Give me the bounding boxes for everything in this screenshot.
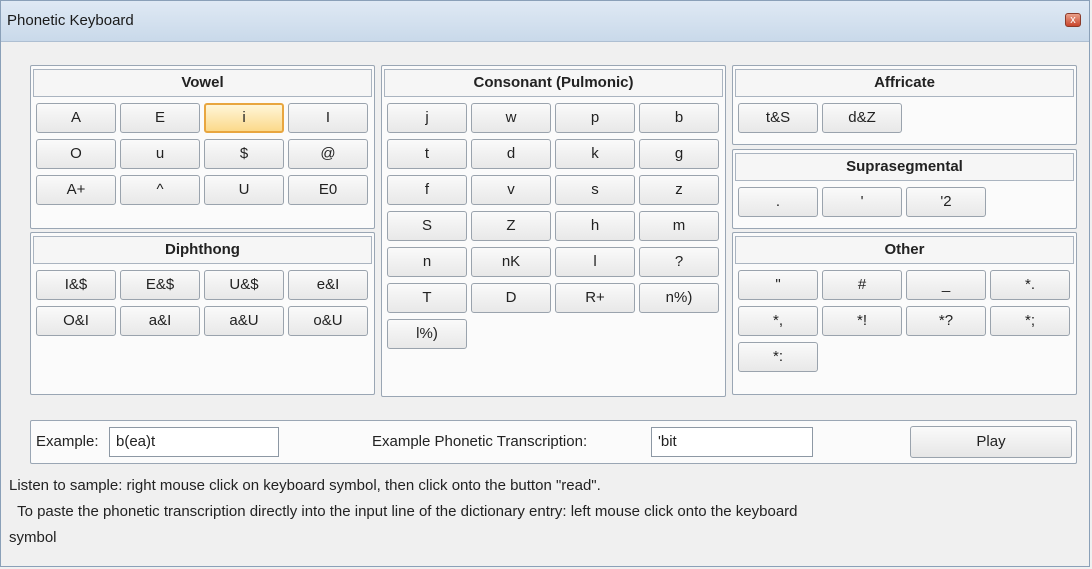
vowel-key[interactable]: A: [36, 103, 116, 133]
other-key[interactable]: *?: [906, 306, 986, 336]
diphthong-key[interactable]: O&I: [36, 306, 116, 336]
vowel-key[interactable]: U: [204, 175, 284, 205]
example-bar: Example: b(ea)t Example Phonetic Transcr…: [30, 420, 1077, 464]
consonant-key[interactable]: l%): [387, 319, 467, 349]
vowel-key[interactable]: E0: [288, 175, 368, 205]
consonant-group: Consonant (Pulmonic) j w p b t d k g f v s z S Zh m n nK…: [381, 65, 726, 397]
vowel-key[interactable]: $: [204, 139, 284, 169]
affricate-group: Affricate t&S d&Z: [732, 65, 1077, 145]
consonant-key[interactable]: S: [387, 211, 467, 241]
consonant-key[interactable]: p: [555, 103, 635, 133]
vowel-group: Vowel A Ei I Ou $ @ A+ ^ U E0: [30, 65, 375, 229]
diphthong-group: Diphthong I&$ E&$ U&$ e&I O&I a&I a&U o&U: [30, 232, 375, 395]
affricate-key[interactable]: t&S: [738, 103, 818, 133]
vowel-key[interactable]: ^: [120, 175, 200, 205]
suprasegmental-key[interactable]: ': [822, 187, 902, 217]
suprasegmental-group: Suprasegmental . ' '2: [732, 149, 1077, 229]
consonant-key[interactable]: Z: [471, 211, 551, 241]
hint-line-2: To paste the phonetic transcription dire…: [9, 503, 798, 520]
consonant-key[interactable]: l: [555, 247, 635, 277]
consonant-key[interactable]: b: [639, 103, 719, 133]
consonant-key[interactable]: v: [471, 175, 551, 205]
other-key[interactable]: *,: [738, 306, 818, 336]
example-label: Example:: [36, 433, 99, 450]
other-key[interactable]: *!: [822, 306, 902, 336]
consonant-key[interactable]: h: [555, 211, 635, 241]
other-key[interactable]: *.: [990, 270, 1070, 300]
transcription-field[interactable]: 'bit: [651, 427, 813, 457]
phonetic-keyboard-window: Phonetic Keyboard x Vowel A Ei I Ou $ @ A+ ^ U E0…: [0, 0, 1090, 567]
play-button[interactable]: Play: [910, 426, 1072, 458]
consonant-key[interactable]: T: [387, 283, 467, 313]
consonant-key[interactable]: t: [387, 139, 467, 169]
vowel-key[interactable]: u: [120, 139, 200, 169]
example-field[interactable]: b(ea)t: [109, 427, 279, 457]
diphthong-key[interactable]: o&U: [288, 306, 368, 336]
other-key[interactable]: *:: [738, 342, 818, 372]
vowel-key[interactable]: @: [288, 139, 368, 169]
vowel-key[interactable]: I: [288, 103, 368, 133]
consonant-key[interactable]: f: [387, 175, 467, 205]
other-header: Other: [735, 236, 1074, 264]
diphthong-key[interactable]: e&I: [288, 270, 368, 300]
consonant-key[interactable]: k: [555, 139, 635, 169]
consonant-key[interactable]: s: [555, 175, 635, 205]
consonant-key[interactable]: ?: [639, 247, 719, 277]
diphthong-key[interactable]: U&$: [204, 270, 284, 300]
diphthong-header: Diphthong: [33, 236, 372, 264]
other-key[interactable]: *;: [990, 306, 1070, 336]
vowel-key[interactable]: i: [204, 103, 284, 133]
consonant-key[interactable]: z: [639, 175, 719, 205]
suprasegmental-key[interactable]: .: [738, 187, 818, 217]
consonant-key[interactable]: n%): [639, 283, 719, 313]
other-group: Other " # _ *. *, *! *? *; *:: [732, 232, 1077, 395]
hint-line-1: Listen to sample: right mouse click on k…: [9, 477, 601, 494]
title-bar: Phonetic Keyboard x: [1, 1, 1089, 42]
suprasegmental-header: Suprasegmental: [735, 153, 1074, 181]
vowel-key[interactable]: A+: [36, 175, 116, 205]
consonant-key[interactable]: m: [639, 211, 719, 241]
consonant-key[interactable]: j: [387, 103, 467, 133]
transcription-label: Example Phonetic Transcription:: [372, 433, 588, 450]
vowel-key[interactable]: E: [120, 103, 200, 133]
consonant-key[interactable]: n: [387, 247, 467, 277]
other-key[interactable]: ": [738, 270, 818, 300]
consonant-key[interactable]: nK: [471, 247, 551, 277]
consonant-key[interactable]: d: [471, 139, 551, 169]
diphthong-key[interactable]: E&$: [120, 270, 200, 300]
close-icon[interactable]: x: [1065, 13, 1081, 27]
consonant-key[interactable]: D: [471, 283, 551, 313]
affricate-header: Affricate: [735, 69, 1074, 97]
other-key[interactable]: _: [906, 270, 986, 300]
vowel-header: Vowel: [33, 69, 372, 97]
suprasegmental-key[interactable]: '2: [906, 187, 986, 217]
diphthong-key[interactable]: a&U: [204, 306, 284, 336]
consonant-key[interactable]: R+: [555, 283, 635, 313]
vowel-key[interactable]: O: [36, 139, 116, 169]
diphthong-key[interactable]: a&I: [120, 306, 200, 336]
other-key[interactable]: #: [822, 270, 902, 300]
consonant-key[interactable]: g: [639, 139, 719, 169]
affricate-key[interactable]: d&Z: [822, 103, 902, 133]
diphthong-key[interactable]: I&$: [36, 270, 116, 300]
window-title: Phonetic Keyboard: [7, 12, 134, 29]
consonant-header: Consonant (Pulmonic): [384, 69, 723, 97]
consonant-key[interactable]: w: [471, 103, 551, 133]
hint-line-3: symbol: [9, 529, 57, 546]
